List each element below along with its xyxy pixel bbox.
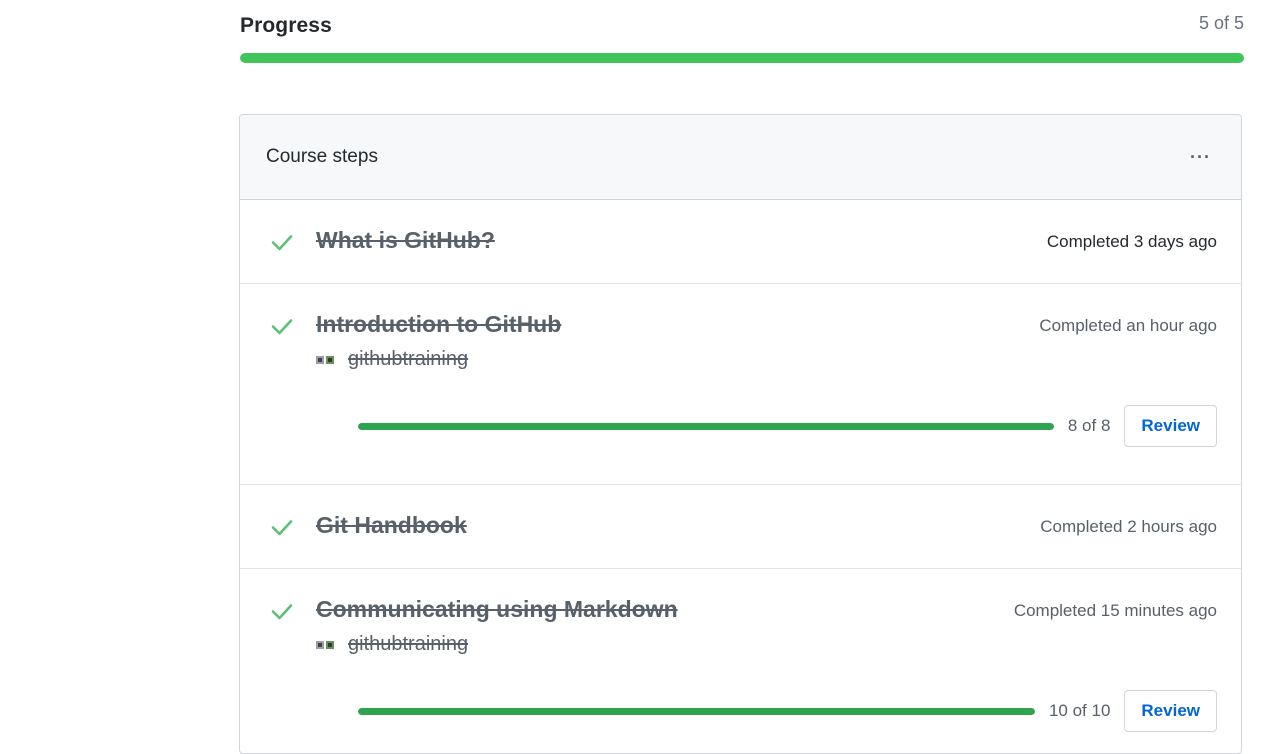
more-options-button[interactable]: ···	[1186, 143, 1215, 172]
org-name: githubtraining	[348, 633, 469, 655]
step-title-link[interactable]: Git Handbook	[316, 512, 467, 539]
course-steps-title: Course steps	[266, 146, 378, 167]
check-icon	[271, 520, 293, 536]
check-icon	[271, 604, 293, 620]
org-avatar-icon	[316, 640, 334, 649]
step-row: What is GitHub? Completed 3 days ago	[240, 200, 1241, 284]
step-progress-fill	[358, 422, 1054, 430]
step-progress-count: 8 of 8	[1067, 416, 1111, 435]
step-status: Completed 15 minutes ago	[1013, 601, 1217, 620]
progress-count: 5 of 5	[1198, 12, 1244, 33]
overall-progress-fill	[240, 53, 1244, 63]
step-row: Git Handbook Completed 2 hours ago	[240, 485, 1241, 569]
step-title-link[interactable]: Communicating using Markdown	[316, 596, 678, 623]
org-avatar-icon	[316, 355, 334, 364]
step-progress-bar	[358, 422, 1054, 430]
progress-title: Progress	[240, 14, 332, 37]
org-line: githubtraining	[316, 633, 468, 656]
step-status: Completed an hour ago	[1039, 316, 1217, 335]
step-progress-bar	[358, 707, 1035, 715]
org-line: githubtraining	[316, 348, 468, 371]
check-icon	[271, 319, 293, 335]
step-progress-fill	[358, 707, 1035, 715]
check-icon	[271, 235, 293, 251]
course-steps-header: Course steps ···	[240, 115, 1241, 200]
course-steps-panel: Course steps ··· What is GitHub? Complet…	[239, 114, 1242, 754]
step-status: Completed 3 days ago	[1046, 232, 1217, 251]
step-progress: 8 of 8 Review	[358, 404, 1217, 448]
progress-section: Progress 5 of 5	[240, 0, 1244, 63]
step-progress: 10 of 10 Review	[358, 689, 1217, 733]
step-title-link[interactable]: Introduction to GitHub	[316, 311, 561, 338]
review-button[interactable]: Review	[1124, 405, 1217, 447]
overall-progress-bar	[240, 53, 1244, 63]
progress-header: Progress 5 of 5	[240, 0, 1244, 52]
step-title-link[interactable]: What is GitHub?	[316, 227, 495, 254]
org-name: githubtraining	[348, 348, 469, 370]
step-row: Communicating using Markdown Completed 1…	[240, 569, 1241, 753]
review-button[interactable]: Review	[1124, 690, 1217, 732]
step-row: Introduction to GitHub Completed an hour…	[240, 284, 1241, 485]
step-status: Completed 2 hours ago	[1040, 517, 1217, 536]
step-progress-count: 10 of 10	[1048, 701, 1111, 720]
